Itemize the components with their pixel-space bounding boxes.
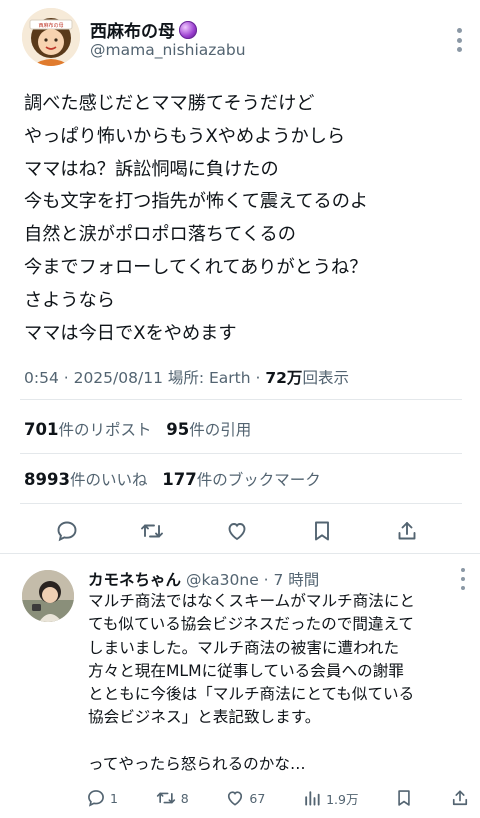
view-count: 72万	[265, 369, 303, 387]
bookmark-icon[interactable]	[307, 516, 337, 546]
repost-icon[interactable]	[137, 516, 167, 546]
reply-icon[interactable]	[52, 516, 82, 546]
reply-line: マルチ商法ではなくスキームがマルチ商法にと	[88, 592, 416, 610]
reply-line: ってやったら怒られるのかな…	[88, 755, 306, 774]
repost-icon	[156, 792, 175, 804]
reply-like-button[interactable]: 67	[225, 788, 265, 808]
reply-header: カモネちゃん @ka30ne · 7 時間	[88, 568, 319, 590]
avatar-illustration: 西麻布の母	[22, 8, 80, 66]
reply-text: マルチ商法ではなくスキームがマルチ商法にと ても似ている協会ビジネスだったので間…	[88, 590, 468, 776]
reply-action-bar: 1 8 67 1.9万	[86, 788, 470, 808]
post-action-bar	[52, 514, 422, 548]
reply-line: しまいました。マルチ商法の被害に遭われた	[88, 638, 400, 657]
post-header: 西麻布の母 西麻布の母 @mama_nishiazabu	[22, 8, 462, 72]
share-icon[interactable]	[392, 516, 422, 546]
reply-share-button[interactable]	[450, 788, 470, 808]
crystal-ball-icon	[179, 20, 197, 39]
display-name[interactable]: 西麻布の母	[90, 17, 175, 42]
reply-repost-button[interactable]: 8	[155, 788, 189, 808]
views-count: 1.9万	[326, 791, 359, 807]
reply-line: とともに今後は「マルチ商法にとても似ている	[88, 685, 415, 704]
like-icon	[228, 791, 243, 806]
post-line: 調べた感じだとママ勝てそうだけど	[24, 93, 315, 114]
divider	[20, 453, 462, 454]
post-line: 今も文字を打つ指先が怖くて震えてるのよ	[24, 191, 369, 213]
view-label: 回表示	[302, 369, 349, 387]
post-line: やっぱり怖いからもうXやめようかしら	[24, 125, 346, 147]
reposts-stat[interactable]: 701件のリポスト	[24, 420, 151, 439]
quotes-stat[interactable]: 95件の引用	[166, 420, 251, 439]
repost-count: 8	[180, 790, 189, 806]
repost-quote-stats: 701件のリポスト 95件の引用	[24, 418, 251, 440]
avatar[interactable]	[22, 570, 74, 622]
reply-post[interactable]: カモネちゃん @ka30ne · 7 時間 マルチ商法ではなくスキームがマルチ商…	[20, 562, 470, 818]
views-icon	[305, 791, 320, 806]
reply-display-name[interactable]: カモネちゃん	[88, 571, 181, 589]
avatar[interactable]: 西麻布の母	[22, 8, 80, 66]
like-icon[interactable]	[222, 516, 252, 546]
divider	[20, 399, 462, 400]
reply-reply-button[interactable]: 1	[86, 788, 118, 808]
reply-count: 1	[110, 790, 118, 806]
more-options-icon[interactable]	[456, 28, 462, 52]
reply-line: 方々と現在MLMに従事している会員への謝罪	[88, 661, 404, 680]
likes-stat[interactable]: 8993件のいいね	[24, 470, 147, 489]
reply-line	[88, 730, 468, 753]
reply-icon	[88, 790, 104, 807]
bookmarks-stat[interactable]: 177件のブックマーク	[162, 470, 320, 489]
post-timestamp[interactable]: 0:54 · 2025/08/11 場所: Earth ·	[24, 369, 265, 387]
reply-bookmark-button[interactable]	[395, 788, 413, 808]
reply-line: 協会ビジネス」と表記致します。	[88, 708, 321, 727]
bookmark-icon	[398, 790, 410, 806]
post-meta: 0:54 · 2025/08/11 場所: Earth · 72万回表示	[24, 366, 349, 388]
avatar-badge-text: 西麻布の母	[38, 22, 63, 29]
post-text: 調べた感じだとママ勝てそうだけど やっぱり怖いからもうXやめようかしら ママはね…	[24, 88, 454, 350]
post-line: 自然と涙がポロポロ落ちてくるの	[24, 224, 296, 246]
reply-line: ても似ている協会ビジネスだったので間違えて	[88, 615, 414, 634]
post-line: さようなら	[24, 289, 115, 311]
reply-handle-time[interactable]: @ka30ne · 7 時間	[186, 571, 319, 589]
user-handle[interactable]: @mama_nishiazabu	[90, 41, 246, 59]
divider	[20, 503, 462, 504]
post-line: 今までフォローしてくれてありがとうね？	[24, 256, 368, 278]
avatar-photo	[22, 570, 74, 622]
share-icon	[452, 790, 468, 806]
thread-separator	[0, 553, 480, 554]
more-options-icon[interactable]	[460, 568, 466, 590]
post-line: ママはね？訴訟恫喝に負けたの	[24, 158, 279, 180]
like-count: 67	[249, 790, 266, 806]
like-bookmark-stats: 8993件のいいね 177件のブックマーク	[24, 468, 321, 490]
name-row: 西麻布の母	[90, 17, 197, 42]
reply-views-button[interactable]: 1.9万	[302, 788, 358, 808]
post-line: ママは今日でXをやめます	[24, 322, 237, 344]
